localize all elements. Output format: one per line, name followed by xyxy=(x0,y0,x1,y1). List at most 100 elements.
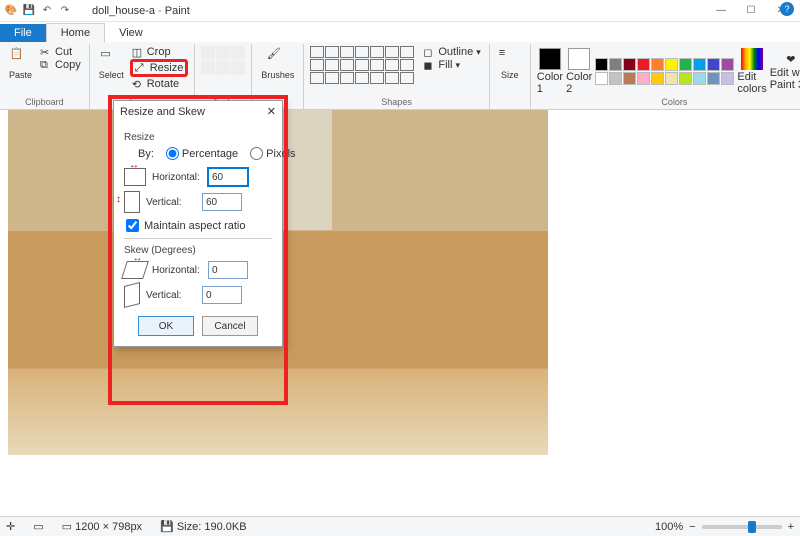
rotate-button[interactable]: ⟲Rotate xyxy=(130,78,189,90)
paste-icon: 📋 xyxy=(10,47,32,69)
size-button[interactable]: ≡ Size xyxy=(496,46,524,81)
color-swatch[interactable] xyxy=(721,72,734,85)
skew-vertical-icon xyxy=(124,282,140,308)
copy-button[interactable]: ⧉Copy xyxy=(38,59,83,71)
resize-horizontal-input[interactable] xyxy=(208,168,248,186)
tool-fill[interactable] xyxy=(216,46,230,60)
image-dimensions: ▭ 1200 × 798px xyxy=(62,520,142,533)
color-swatch[interactable] xyxy=(623,72,636,85)
fill-icon: ◼ xyxy=(423,59,435,71)
group-label-clipboard: Clipboard xyxy=(25,97,64,109)
color-swatch[interactable] xyxy=(693,58,706,71)
zoom-out-button[interactable]: − xyxy=(689,521,695,533)
copy-icon: ⧉ xyxy=(40,59,52,71)
resize-vertical-label: Vertical: xyxy=(146,197,196,208)
shape-fill-button[interactable]: ◼Fill ▾ xyxy=(421,59,482,71)
paint3d-button[interactable]: ❤Edit with Paint 3D xyxy=(770,53,800,91)
skew-horizontal-label: Horizontal: xyxy=(152,265,202,276)
color-swatch[interactable] xyxy=(707,58,720,71)
color-swatch[interactable] xyxy=(637,72,650,85)
tool-eraser[interactable] xyxy=(201,61,215,75)
maintain-aspect-checkbox[interactable]: Maintain aspect ratio xyxy=(126,219,272,232)
cursor-position: ✛ xyxy=(6,520,15,533)
cancel-button[interactable]: Cancel xyxy=(202,316,258,336)
color-swatch[interactable] xyxy=(693,72,706,85)
resize-skew-dialog: Resize and Skew ✕ Resize By: Percentage … xyxy=(113,100,283,347)
shapes-gallery[interactable] xyxy=(310,46,414,84)
color-swatch[interactable] xyxy=(595,72,608,85)
tool-text[interactable] xyxy=(231,46,245,60)
quick-access-toolbar: 🎨 💾 ↶ ↷ xyxy=(4,4,72,18)
color-swatch[interactable] xyxy=(595,58,608,71)
color-palette[interactable] xyxy=(595,58,734,85)
skew-vertical-input[interactable] xyxy=(202,286,242,304)
crop-button[interactable]: ◫Crop xyxy=(130,46,189,58)
cut-icon: ✂ xyxy=(40,46,52,58)
brush-icon: 🖌 xyxy=(267,47,289,69)
color-swatch[interactable] xyxy=(609,58,622,71)
tool-magnifier[interactable] xyxy=(231,61,245,75)
color-swatch[interactable] xyxy=(609,72,622,85)
rotate-icon: ⟲ xyxy=(132,78,144,90)
edit-colors-icon xyxy=(741,48,763,70)
color1-button[interactable]: Color 1 xyxy=(537,48,563,95)
cut-button[interactable]: ✂Cut xyxy=(38,46,83,58)
paint3d-icon: ❤ xyxy=(786,53,795,66)
shape-outline-button[interactable]: ◻Outline ▾ xyxy=(421,46,482,58)
color-swatch[interactable] xyxy=(637,58,650,71)
select-icon: ▭ xyxy=(100,47,122,69)
skew-horizontal-input[interactable] xyxy=(208,261,248,279)
brushes-button[interactable]: 🖌 Brushes xyxy=(258,46,297,81)
resize-vertical-icon xyxy=(124,191,140,213)
by-label: By: xyxy=(138,148,154,160)
tool-picker[interactable] xyxy=(216,61,230,75)
group-label-shapes: Shapes xyxy=(381,97,412,109)
radio-percentage[interactable]: Percentage xyxy=(166,147,238,160)
crop-icon: ◫ xyxy=(132,46,144,58)
tool-pencil[interactable] xyxy=(201,46,215,60)
paste-button[interactable]: 📋 Paste xyxy=(6,46,35,81)
edit-colors-button[interactable]: Edit colors xyxy=(737,48,766,95)
title-bar: 🎨 💾 ↶ ↷ doll_house-a - Paint — ☐ ✕ xyxy=(0,0,800,22)
undo-icon[interactable]: ↶ xyxy=(40,4,54,18)
group-colors: Color 1 Color 2 Edit colors ❤Edit with P… xyxy=(531,44,800,109)
radio-pixels[interactable]: Pixels xyxy=(250,147,295,160)
save-icon[interactable]: 💾 xyxy=(22,4,36,18)
zoom-level: 100% xyxy=(655,521,683,533)
color-swatch[interactable] xyxy=(721,58,734,71)
resize-section-label: Resize xyxy=(124,132,272,143)
color-swatch[interactable] xyxy=(679,72,692,85)
minimize-button[interactable]: — xyxy=(706,0,736,22)
skew-vertical-label: Vertical: xyxy=(146,290,196,301)
ok-button[interactable]: OK xyxy=(138,316,194,336)
zoom-in-button[interactable]: + xyxy=(788,521,794,533)
dialog-close-button[interactable]: ✕ xyxy=(267,105,276,118)
zoom-slider[interactable] xyxy=(702,525,782,529)
help-icon[interactable]: ? xyxy=(780,2,794,16)
color-swatch[interactable] xyxy=(651,72,664,85)
color-swatch[interactable] xyxy=(665,58,678,71)
color-swatch[interactable] xyxy=(665,72,678,85)
color-swatch[interactable] xyxy=(707,72,720,85)
color-swatch[interactable] xyxy=(651,58,664,71)
group-clipboard: 📋 Paste ✂Cut ⧉Copy Clipboard xyxy=(0,44,90,109)
resize-button[interactable]: ⤢Resize xyxy=(130,59,189,77)
skew-horizontal-icon xyxy=(121,261,149,279)
tab-view[interactable]: View xyxy=(105,24,157,42)
redo-icon[interactable]: ↷ xyxy=(58,4,72,18)
color-swatch[interactable] xyxy=(623,58,636,71)
maximize-button[interactable]: ☐ xyxy=(736,0,766,22)
resize-vertical-input[interactable] xyxy=(202,193,242,211)
color-swatch[interactable] xyxy=(679,58,692,71)
tab-file[interactable]: File xyxy=(0,24,46,42)
selection-size: ▭ xyxy=(33,520,43,533)
skew-section-label: Skew (Degrees) xyxy=(124,245,272,256)
tab-home[interactable]: Home xyxy=(46,23,105,42)
select-button[interactable]: ▭ Select xyxy=(96,46,127,81)
color2-button[interactable]: Color 2 xyxy=(566,48,592,95)
group-shapes: ◻Outline ▾ ◼Fill ▾ Shapes xyxy=(304,44,489,109)
window-title: doll_house-a - Paint xyxy=(72,5,706,17)
resize-horizontal-label: Horizontal: xyxy=(152,172,202,183)
ribbon-tabs: File Home View xyxy=(0,22,800,42)
resize-horizontal-icon xyxy=(124,168,146,186)
